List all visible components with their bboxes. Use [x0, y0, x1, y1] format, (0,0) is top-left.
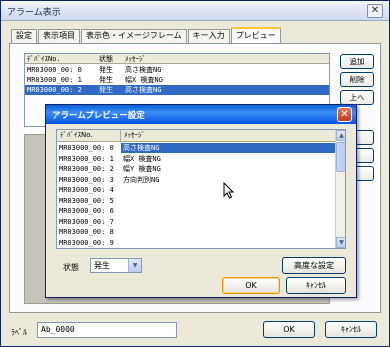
dialog-title-bar[interactable]: アラームプレビュー設定 ✕	[46, 105, 356, 124]
add-button[interactable]: 追加	[340, 54, 374, 69]
row-device: MR03000_00: 0	[27, 66, 82, 74]
dialog-close-icon[interactable]: ✕	[337, 107, 352, 122]
list-item[interactable]: MR03000_00: 0 高さ検査NG	[57, 143, 335, 153]
list-item[interactable]: MR03000_00: 3 方向判別NG	[57, 175, 335, 185]
row-device: MR03000_00: 4	[59, 186, 114, 194]
list-item[interactable]: MR03000_00: 1 幅X 検査NG	[57, 154, 335, 164]
table-row[interactable]: MR03000_00: 1 発生 幅X 検査NG	[25, 75, 243, 85]
tab-display-items[interactable]: 表示項目	[38, 29, 80, 43]
preview-message-list[interactable]: ﾃﾞﾊﾞｲｽNo. ﾒｯｾｰｼﾞ MR03000_00: 0 高さ検査NG MR03…	[56, 129, 346, 249]
column-status[interactable]: 状態	[97, 54, 123, 63]
row-status: 発生	[99, 86, 113, 94]
row-message	[121, 238, 335, 248]
chevron-down-icon[interactable]: ▼	[128, 259, 141, 272]
cancel-button[interactable]: ｷｬﾝｾﾙ	[325, 321, 377, 338]
row-device: MR03000_00: 6	[59, 207, 114, 215]
dialog-title: アラームプレビュー設定	[52, 111, 145, 121]
column-device[interactable]: ﾃﾞﾊﾞｲｽNo.	[25, 54, 97, 63]
vertical-scrollbar[interactable]: ▲ ▼	[335, 130, 345, 248]
list-item[interactable]: MR03000_00: 4	[57, 185, 335, 195]
tab-display-color[interactable]: 表示色・イメージフレーム	[81, 29, 187, 43]
table-row-selected[interactable]: MR03000_00: 2 発生 高さ検査NG	[25, 85, 329, 95]
label-input[interactable]: Ab_0000	[37, 322, 177, 338]
row-status: 発生	[99, 76, 113, 84]
row-device: MR03000_00: 0	[59, 144, 114, 152]
row-message: 高さ検査NG	[125, 66, 162, 74]
list-item[interactable]: MR03000_00: 2 幅Y 検査NG	[57, 164, 335, 174]
row-message	[121, 227, 335, 237]
row-status: 発生	[99, 66, 113, 74]
close-icon[interactable]: ✕	[367, 4, 383, 18]
mouse-cursor-icon	[223, 182, 235, 199]
row-device: MR03000_00: 1	[59, 154, 114, 163]
row-device: MR03000_00: 1	[27, 76, 82, 84]
list-item[interactable]: MR03000_00: 9	[57, 238, 335, 248]
row-message	[121, 206, 335, 216]
row-device: MR03000_00: 8	[59, 228, 114, 236]
tab-strip: 設定 表示項目 表示色・イメージフレーム キー入力 プレビュー	[11, 27, 282, 43]
table-row[interactable]: MR03000_00: 0 発生 高さ検査NG	[25, 65, 243, 75]
tab-key-input[interactable]: キー入力	[187, 29, 230, 43]
row-device: MR03000_00: 9	[59, 238, 114, 247]
advanced-settings-button[interactable]: 高度な設定	[282, 257, 346, 274]
dialog-cancel-button[interactable]: ｷｬﾝｾﾙ	[286, 277, 346, 294]
row-device: MR03000_00: 3	[59, 175, 114, 184]
row-message: 幅Y 検査NG	[123, 165, 161, 173]
tab-preview[interactable]: プレビュー	[230, 27, 281, 43]
list-item[interactable]: MR03000_00: 6	[57, 206, 335, 216]
preview-list-header: ﾃﾞﾊﾞｲｽNo. ﾒｯｾｰｼﾞ	[57, 130, 335, 142]
row-device: MR03000_00: 7	[59, 217, 114, 226]
row-device: MR03000_00: 2	[59, 165, 114, 173]
window-title: アラーム表示	[7, 8, 61, 18]
delete-button[interactable]: 削除	[340, 72, 374, 87]
label-caption: ﾗﾍﾞﾙ	[11, 328, 27, 337]
column-message[interactable]: ﾒｯｾｰｼﾞ	[123, 54, 243, 63]
move-up-button[interactable]: 上へ	[340, 90, 374, 105]
row-message: 高さ検査NG	[125, 86, 162, 94]
list-item[interactable]: MR03000_00: 5	[57, 196, 335, 206]
status-select[interactable]: 発生 ▼	[90, 258, 142, 273]
alarm-display-window: アラーム表示 ✕ 設定 表示項目 表示色・イメージフレーム キー入力 プレビュー…	[0, 0, 390, 347]
status-select-value: 発生	[94, 261, 110, 270]
tab-settings[interactable]: 設定	[11, 29, 37, 43]
row-message: 高さ検査NG	[121, 143, 335, 153]
row-message: 幅X 検査NG	[123, 154, 161, 163]
row-device: MR03000_00: 2	[27, 86, 82, 94]
scroll-down-icon[interactable]: ▼	[336, 237, 345, 248]
row-device: MR03000_00: 5	[59, 196, 114, 205]
alarm-preview-settings-dialog: アラームプレビュー設定 ✕ ﾃﾞﾊﾞｲｽNo. ﾒｯｾｰｼﾞ MR03000_0…	[45, 104, 357, 298]
scroll-up-icon[interactable]: ▲	[336, 130, 345, 141]
list-item[interactable]: MR03000_00: 7	[57, 217, 335, 227]
column-device[interactable]: ﾃﾞﾊﾞｲｽNo.	[57, 130, 121, 141]
dialog-ok-button[interactable]: OK	[222, 277, 280, 294]
scroll-thumb[interactable]	[336, 142, 345, 172]
column-message[interactable]: ﾒｯｾｰｼﾞ	[121, 130, 335, 141]
title-bar[interactable]: アラーム表示 ✕	[1, 1, 389, 21]
ok-button[interactable]: OK	[263, 321, 315, 338]
row-message	[121, 217, 335, 227]
alarm-list-header: ﾃﾞﾊﾞｲｽNo. 状態 ﾒｯｾｰｼﾞ	[25, 54, 329, 64]
status-label: 状態	[63, 263, 79, 272]
row-message: 幅X 検査NG	[125, 76, 163, 84]
list-item[interactable]: MR03000_00: 8	[57, 227, 335, 237]
